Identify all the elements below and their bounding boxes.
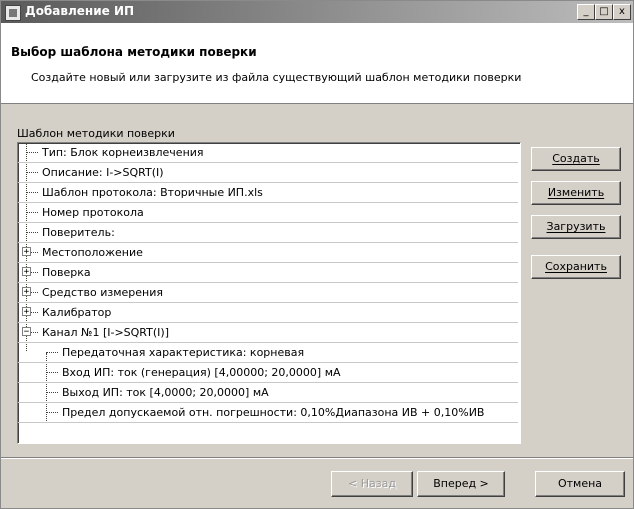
template-tree[interactable]: Тип: Блок корнеизвлечения Описание: I->S…: [17, 142, 521, 444]
tree-item-location[interactable]: + Местоположение: [18, 243, 518, 263]
edit-button[interactable]: Изменить: [531, 181, 621, 205]
tree-item-channel-1[interactable]: − Канал №1 [I->SQRT(I)]: [18, 323, 518, 343]
tree-item-measuring-instrument[interactable]: + Средство измерения: [18, 283, 518, 303]
save-button[interactable]: Сохранить: [531, 255, 621, 279]
tree-item-description[interactable]: Описание: I->SQRT(I): [18, 163, 518, 183]
tree-item-input[interactable]: Вход ИП: ток (генерация) [4,00000; 20,00…: [18, 363, 518, 383]
tree-item-protocol-template[interactable]: Шаблон протокола: Вторичные ИП.xls: [18, 183, 518, 203]
collapse-icon[interactable]: −: [22, 327, 31, 337]
template-group-label: Шаблон методики поверки: [17, 127, 175, 140]
tree-item-transfer-characteristic[interactable]: Передаточная характеристика: корневая: [18, 343, 518, 363]
close-button[interactable]: x: [613, 4, 631, 20]
cancel-button[interactable]: Отмена: [535, 471, 625, 497]
minimize-button[interactable]: _: [577, 4, 595, 20]
load-button[interactable]: Загрузить: [531, 215, 621, 239]
maximize-button[interactable]: □: [595, 4, 613, 20]
tree-item-output[interactable]: Выход ИП: ток [4,0000; 20,0000] мА: [18, 383, 518, 403]
dialog-window: Добавление ИП _ □ x Выбор шаблона методи…: [0, 0, 634, 509]
tree-item-error-limit[interactable]: Предел допускаемой отн. погрешности: 0,1…: [18, 403, 518, 423]
expand-icon[interactable]: +: [22, 267, 31, 277]
back-button[interactable]: < Назад: [331, 471, 413, 497]
wizard-header: Выбор шаблона методики поверки Создайте …: [1, 23, 633, 104]
page-title: Выбор шаблона методики поверки: [11, 45, 257, 59]
window-title: Добавление ИП: [25, 4, 135, 18]
tree-item-type[interactable]: Тип: Блок корнеизвлечения: [18, 143, 518, 163]
footer-separator: [1, 457, 633, 459]
expand-icon[interactable]: +: [22, 247, 31, 257]
tree-item-verification[interactable]: + Поверка: [18, 263, 518, 283]
app-icon: [5, 5, 21, 21]
create-button[interactable]: Создать: [531, 147, 621, 171]
expand-icon[interactable]: +: [22, 287, 31, 297]
tree-item-verifier[interactable]: Поверитель:: [18, 223, 518, 243]
page-subtitle: Создайте новый или загрузите из файла су…: [31, 71, 522, 84]
title-bar[interactable]: Добавление ИП _ □ x: [1, 1, 633, 23]
tree-item-protocol-number[interactable]: Номер протокола: [18, 203, 518, 223]
tree-item-calibrator[interactable]: + Калибратор: [18, 303, 518, 323]
expand-icon[interactable]: +: [22, 307, 31, 317]
next-button[interactable]: Вперед >: [417, 471, 505, 497]
